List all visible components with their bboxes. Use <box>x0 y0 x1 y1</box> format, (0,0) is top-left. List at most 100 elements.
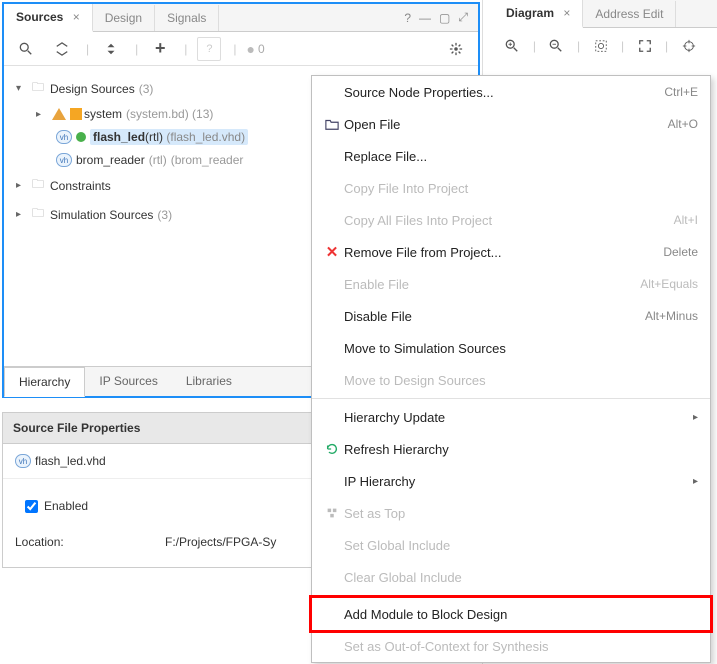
diagram-toolbar: | | | | <box>494 28 717 64</box>
bottom-tab-hierarchy[interactable]: Hierarchy <box>4 367 85 397</box>
chevron-right-icon[interactable]: ▸ <box>16 180 30 191</box>
chevron-down-icon[interactable]: ▾ <box>16 83 30 94</box>
menu-label: Disable File <box>344 309 645 324</box>
bottom-tab-ip-sources[interactable]: IP Sources <box>85 367 171 396</box>
tree-label: Simulation Sources <box>50 208 153 222</box>
menu-item[interactable]: Add Module to Block Design <box>312 598 710 630</box>
enabled-checkbox-input[interactable] <box>25 500 38 513</box>
menu-label: Set as Top <box>344 506 698 521</box>
minimize-icon[interactable]: — <box>419 11 431 25</box>
menu-label: Replace File... <box>344 149 698 164</box>
menu-item: Copy All Files Into ProjectAlt+I <box>312 204 710 236</box>
menu-separator <box>312 595 710 596</box>
menu-label: Set as Out-of-Context for Synthesis <box>344 639 698 654</box>
folder-icon: 🗀 <box>32 78 44 99</box>
menu-item[interactable]: Refresh Hierarchy <box>312 433 710 465</box>
messages-count[interactable]: ●0 <box>247 41 265 57</box>
bd-icon <box>52 108 66 120</box>
sources-tab-bar: Sources × Design Signals ? — ▢ ⤢ <box>4 4 478 32</box>
menu-separator <box>312 398 710 399</box>
menu-label: Open File <box>344 117 668 132</box>
target-icon[interactable] <box>678 34 699 58</box>
menu-label: Copy All Files Into Project <box>344 213 674 228</box>
maximize-icon[interactable]: ⤢ <box>458 10 468 25</box>
location-value: F:/Projects/FPGA-Sy <box>165 535 276 549</box>
zoom-fit-icon[interactable] <box>590 34 611 58</box>
menu-item[interactable]: IP Hierarchy▸ <box>312 465 710 497</box>
menu-item[interactable]: Move to Simulation Sources <box>312 332 710 364</box>
tab-sources[interactable]: Sources × <box>4 4 93 32</box>
tab-diagram[interactable]: Diagram × <box>494 0 583 28</box>
menu-item[interactable]: Hierarchy Update▸ <box>312 401 710 433</box>
menu-shortcut: Alt+Equals <box>640 277 698 291</box>
file-name: flash_led <box>93 130 145 144</box>
tree-label: system <box>84 107 122 121</box>
menu-label: Move to Simulation Sources <box>344 341 698 356</box>
block-icon <box>70 108 82 120</box>
tree-sub: (brom_reader <box>171 153 244 167</box>
tree-label: Constraints <box>50 179 111 193</box>
menu-item[interactable]: Disable FileAlt+Minus <box>312 300 710 332</box>
menu-label: Refresh Hierarchy <box>344 442 698 457</box>
menu-item: Clear Global Include <box>312 561 710 593</box>
vhdl-icon: vh <box>15 454 31 468</box>
tree-count: (3) <box>139 82 154 96</box>
menu-label: Enable File <box>344 277 640 292</box>
gear-icon[interactable] <box>444 37 468 61</box>
tab-signals[interactable]: Signals <box>155 5 219 31</box>
folder-open-icon <box>320 117 344 131</box>
diagram-tab-bar: Diagram × Address Edit <box>494 0 717 28</box>
menu-shortcut: Alt+Minus <box>645 309 698 323</box>
chevron-right-icon[interactable]: ▸ <box>16 209 30 220</box>
menu-item[interactable]: Source Node Properties...Ctrl+E <box>312 76 710 108</box>
menu-shortcut: Delete <box>663 245 698 259</box>
menu-label: Copy File Into Project <box>344 181 698 196</box>
sources-toolbar: | | + | ? | ●0 <box>4 32 478 66</box>
expand-icon[interactable] <box>99 37 123 61</box>
restore-icon[interactable]: ▢ <box>439 11 450 25</box>
set-top-icon <box>320 506 344 520</box>
menu-shortcut: Alt+I <box>674 213 698 227</box>
menu-item: Set as Out-of-Context for Synthesis <box>312 630 710 662</box>
close-icon[interactable]: × <box>563 6 570 20</box>
context-menu: Source Node Properties...Ctrl+EOpen File… <box>311 75 711 663</box>
menu-label: Remove File from Project... <box>344 245 663 260</box>
file-name: brom_reader <box>76 153 145 167</box>
tree-count: (3) <box>157 208 172 222</box>
question-icon[interactable]: ? <box>197 37 221 61</box>
tab-design[interactable]: Design <box>93 5 155 31</box>
menu-shortcut: Ctrl+E <box>664 85 698 99</box>
expand-icon[interactable] <box>634 34 655 58</box>
menu-label: Hierarchy Update <box>344 410 686 425</box>
vhdl-icon: vh <box>56 130 72 144</box>
folder-icon: 🗀 <box>32 175 44 196</box>
module-icon <box>76 132 86 142</box>
tab-label: Sources <box>16 10 63 24</box>
bottom-tab-libraries[interactable]: Libraries <box>172 367 246 396</box>
zoom-out-icon[interactable] <box>546 34 567 58</box>
chevron-right-icon: ▸ <box>686 476 698 487</box>
menu-label: Source Node Properties... <box>344 85 664 100</box>
menu-item: Set Global Include <box>312 529 710 561</box>
refresh-icon <box>320 442 344 456</box>
help-icon[interactable]: ? <box>404 11 411 25</box>
enabled-label: Enabled <box>44 499 88 513</box>
menu-item: Copy File Into Project <box>312 172 710 204</box>
menu-item: Set as Top <box>312 497 710 529</box>
search-icon[interactable] <box>14 37 38 61</box>
vhdl-icon: vh <box>56 153 72 167</box>
menu-label: Add Module to Block Design <box>344 607 698 622</box>
selected-file: flash_led(rtl) (flash_led.vhd) <box>90 129 248 145</box>
menu-item[interactable]: Open FileAlt+O <box>312 108 710 140</box>
chevron-right-icon[interactable]: ▸ <box>36 109 50 120</box>
add-icon[interactable]: + <box>148 37 172 61</box>
collapse-all-icon[interactable] <box>50 37 74 61</box>
menu-item[interactable]: Replace File... <box>312 140 710 172</box>
tab-address-editor[interactable]: Address Edit <box>583 1 676 27</box>
zoom-in-icon[interactable] <box>502 34 523 58</box>
menu-label: Set Global Include <box>344 538 698 553</box>
close-icon[interactable]: × <box>73 10 80 24</box>
menu-item[interactable]: ✕Remove File from Project...Delete <box>312 236 710 268</box>
menu-item: Move to Design Sources <box>312 364 710 396</box>
menu-label: Move to Design Sources <box>344 373 698 388</box>
